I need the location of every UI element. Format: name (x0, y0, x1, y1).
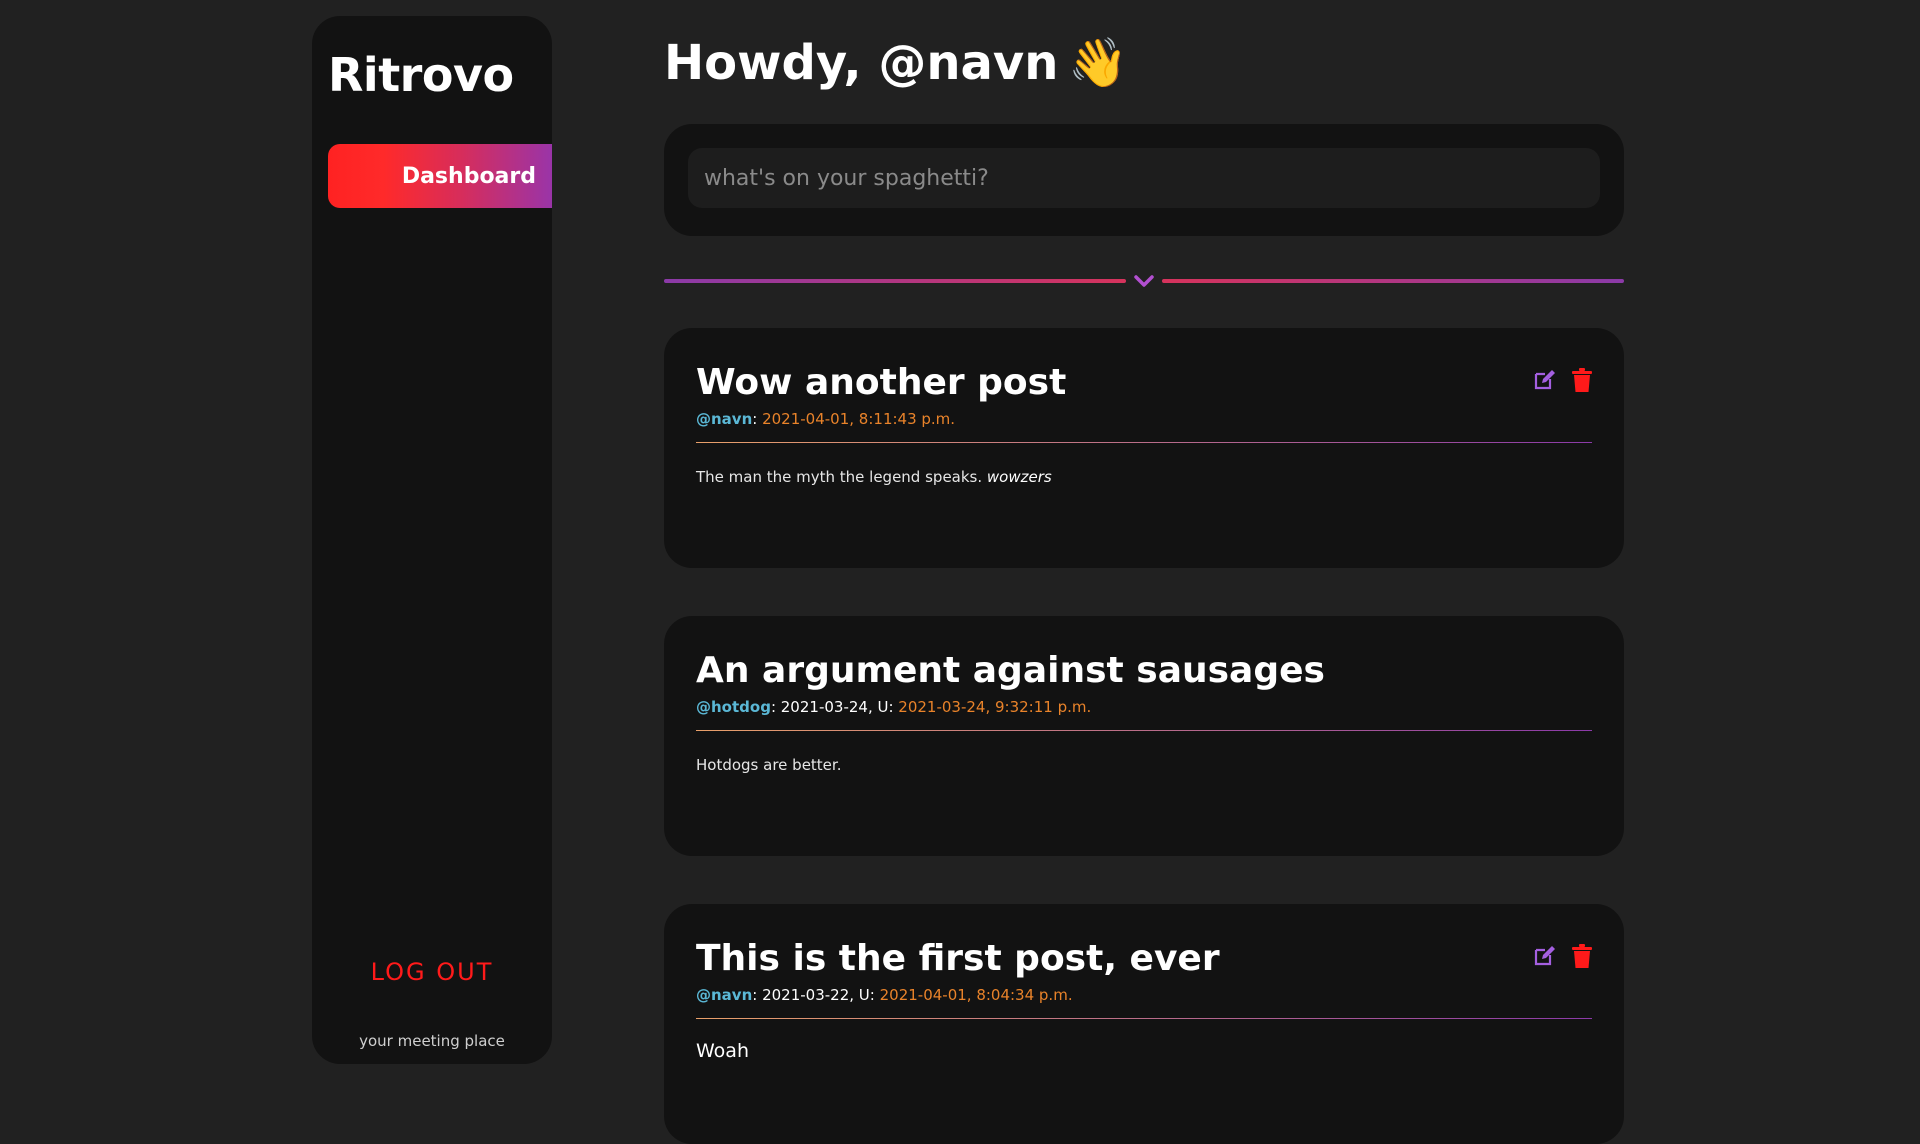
post-divider (696, 730, 1592, 731)
sidebar-item-label: Dashboard (401, 163, 536, 189)
post-meta: @hotdog: 2021-03-24, U: 2021-03-24, 9:32… (696, 698, 1092, 716)
page-title: Howdy, @navn 👋 (664, 34, 1129, 92)
post-updated-date: 2021-03-24, 9:32:11 p.m. (898, 698, 1092, 716)
post-meta: @navn: 2021-03-22, U: 2021-04-01, 8:04:3… (696, 986, 1073, 1004)
post-created-date: 2021-03-22, U: (762, 986, 880, 1004)
delete-button[interactable] (1570, 944, 1594, 968)
post-body: Hotdogs are better. (696, 756, 842, 774)
post-author[interactable]: @hotdog (696, 698, 771, 716)
section-divider (664, 272, 1624, 292)
trash-icon (1572, 368, 1592, 392)
chevron-down-icon[interactable] (1130, 272, 1158, 292)
sidebar: Ritrovo Dashboard LOG OUT your meeting p… (312, 16, 552, 1064)
post-body-emphasis: wowzers (986, 468, 1052, 486)
post-composer (664, 124, 1624, 236)
greeting-text: Howdy, @navn (664, 34, 1059, 91)
post-title: Wow another post (696, 362, 1067, 403)
post-title: This is the first post, ever (696, 938, 1220, 979)
logout-button[interactable]: LOG OUT (312, 958, 552, 986)
post-body: The man the myth the legend speaks. wowz… (696, 468, 1052, 486)
post-input[interactable] (688, 148, 1600, 208)
app-tagline: your meeting place (359, 1032, 505, 1050)
app-brand: Ritrovo (328, 48, 514, 102)
edit-icon (1534, 370, 1555, 390)
sidebar-item-dashboard[interactable]: Dashboard (328, 144, 552, 208)
main-content: Howdy, @navn 👋 Wow another post (664, 0, 1624, 1144)
post-updated-date: 2021-04-01, 8:11:43 p.m. (762, 410, 956, 428)
trash-icon (1572, 944, 1592, 968)
edit-button[interactable] (1532, 368, 1556, 392)
post-card: This is the first post, ever @navn: 2021… (664, 904, 1624, 1144)
waving-hand-icon: 👋 (1068, 35, 1129, 91)
post-author[interactable]: @navn (696, 986, 752, 1004)
divider-line-left (664, 279, 1126, 283)
post-title: An argument against sausages (696, 650, 1325, 691)
post-actions (1532, 368, 1594, 392)
post-divider (696, 1018, 1592, 1019)
post-updated-date: 2021-04-01, 8:04:34 p.m. (879, 986, 1073, 1004)
post-body-heading: Woah (696, 1040, 749, 1062)
divider-line-right (1162, 279, 1624, 283)
post-actions (1532, 944, 1594, 968)
delete-button[interactable] (1570, 368, 1594, 392)
post-divider (696, 442, 1592, 443)
edit-button[interactable] (1532, 944, 1556, 968)
post-author[interactable]: @navn (696, 410, 752, 428)
post-body-text: The man the myth the legend speaks. (696, 468, 987, 486)
post-card: Wow another post @navn: 2021-04-01, 8:11… (664, 328, 1624, 568)
post-created-date: 2021-03-24, U: (780, 698, 899, 716)
post-meta: @navn: 2021-04-01, 8:11:43 p.m. (696, 410, 956, 428)
post-card: An argument against sausages @hotdog: 20… (664, 616, 1624, 856)
edit-icon (1534, 946, 1555, 966)
